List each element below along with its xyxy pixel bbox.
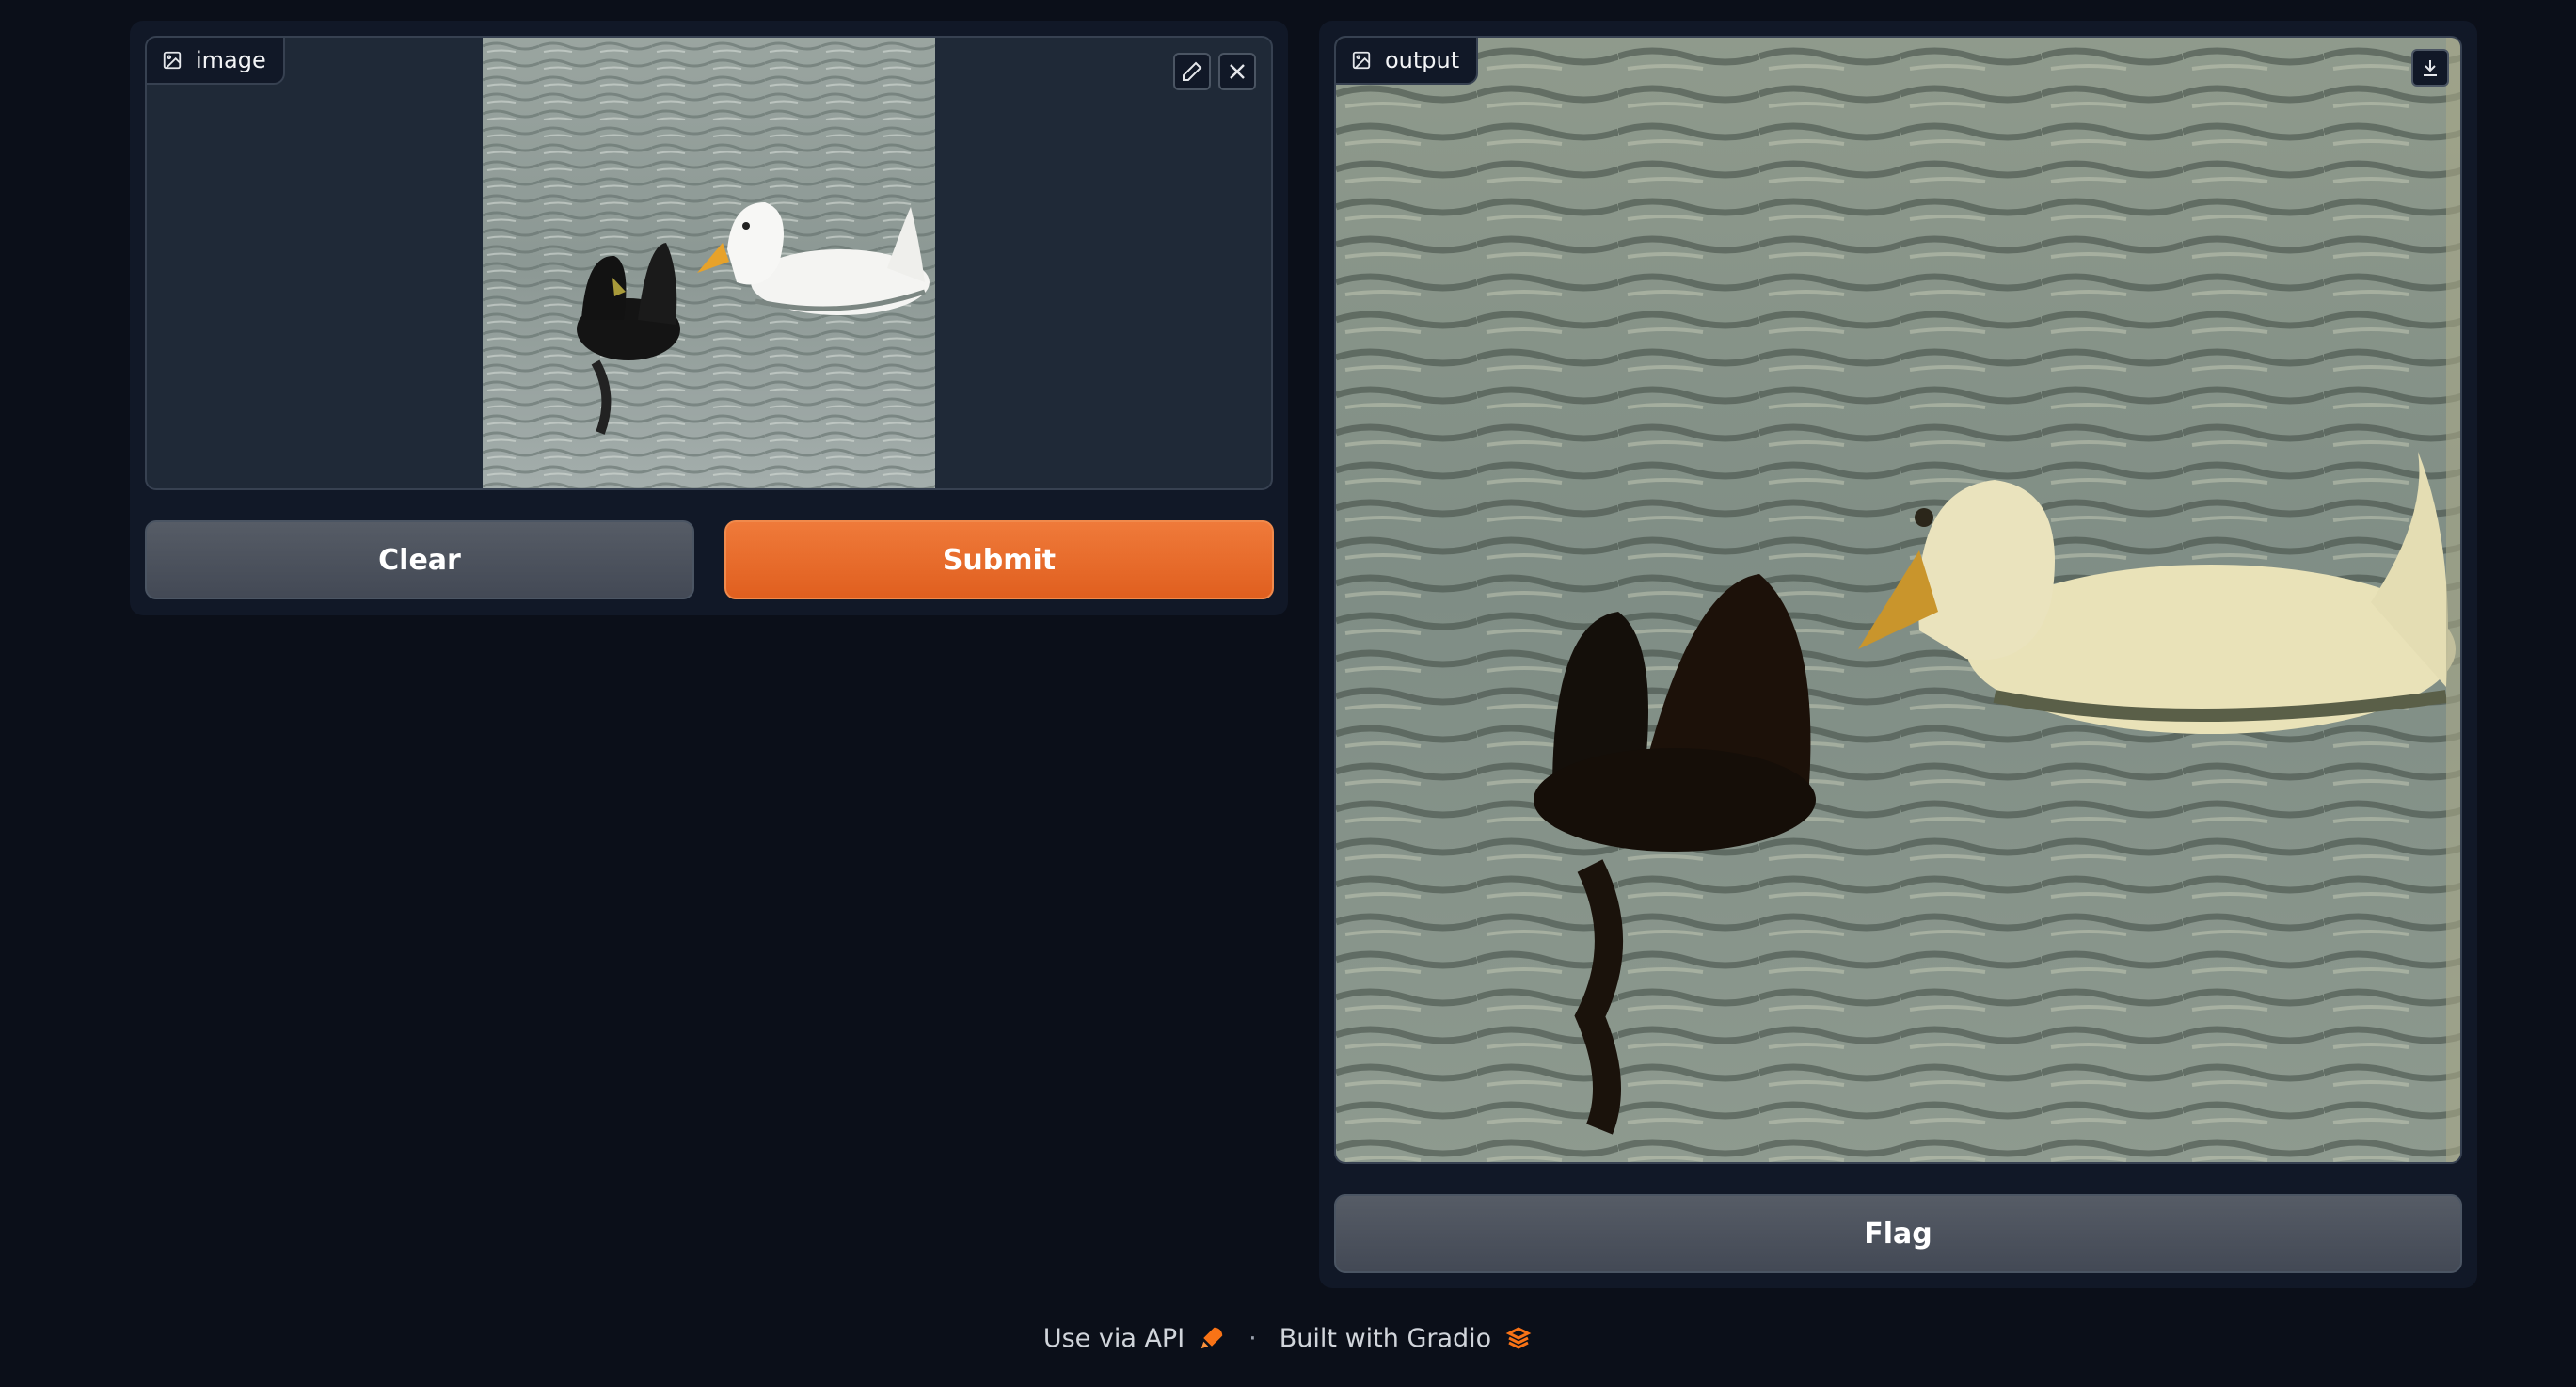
footer: Use via API · Built with Gradio	[0, 1317, 2576, 1359]
image-label: image	[147, 38, 285, 85]
input-panel: image Clear Submit	[130, 21, 1288, 615]
gradio-logo-icon	[1505, 1327, 1532, 1349]
close-icon	[1230, 64, 1245, 79]
image-icon	[163, 51, 182, 70]
built-with-gradio-text: Built with Gradio	[1279, 1323, 1492, 1353]
image-icon	[1352, 51, 1371, 70]
flag-button[interactable]: Flag	[1334, 1194, 2462, 1273]
download-icon	[2424, 60, 2437, 76]
image-output: output	[1334, 36, 2462, 1164]
submit-button[interactable]: Submit	[724, 520, 1274, 599]
image-input[interactable]: image	[145, 36, 1273, 490]
output-photo	[1336, 38, 2460, 1162]
output-panel: output Flag	[1319, 21, 2477, 1288]
footer-separator: ·	[1248, 1323, 1257, 1353]
use-via-api-text: Use via API	[1042, 1323, 1185, 1353]
edit-button[interactable]	[1173, 53, 1211, 90]
edit-icon	[1183, 61, 1202, 81]
input-photo	[483, 38, 935, 488]
rocket-icon	[1201, 1327, 1223, 1349]
image-label-text: image	[196, 47, 266, 73]
use-via-api-link[interactable]: Use via API	[1043, 1324, 1226, 1353]
clear-image-button[interactable]	[1218, 53, 1256, 90]
output-label: output	[1336, 38, 1479, 85]
output-label-text: output	[1385, 47, 1460, 73]
built-with-gradio-link[interactable]: Built with Gradio	[1280, 1324, 1533, 1353]
clear-button[interactable]: Clear	[145, 520, 694, 599]
download-button[interactable]	[2411, 49, 2449, 87]
